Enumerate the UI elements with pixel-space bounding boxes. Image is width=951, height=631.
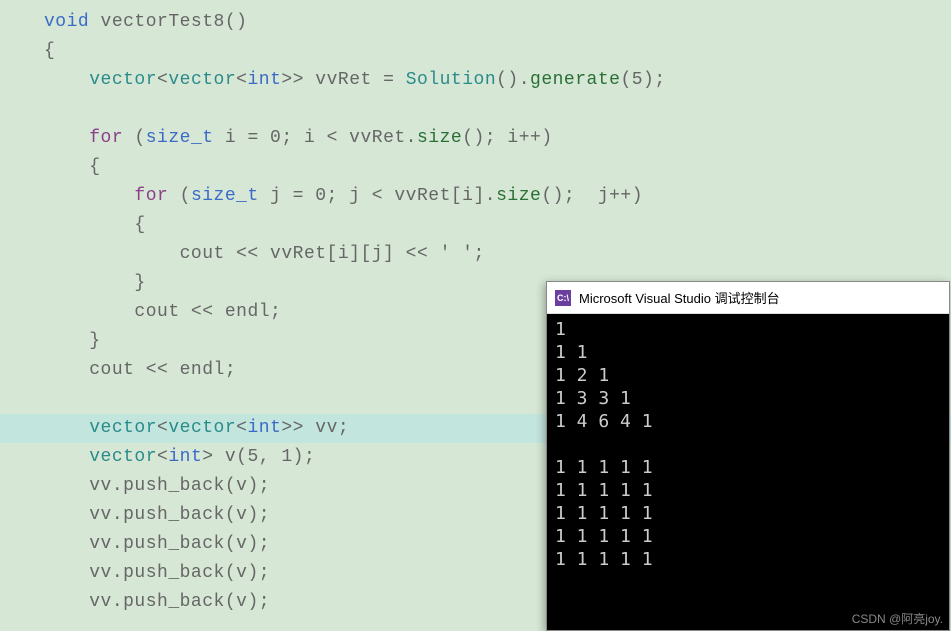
fn-name: vectorTest8()	[89, 12, 247, 32]
code-line: {	[0, 37, 951, 66]
code-line: {	[0, 153, 951, 182]
code-line	[0, 95, 951, 124]
console-title-bar[interactable]: C:\ Microsoft Visual Studio 调试控制台	[547, 282, 949, 314]
code-line: vector<vector<int>> vvRet = Solution().g…	[0, 66, 951, 95]
console-window[interactable]: C:\ Microsoft Visual Studio 调试控制台 1 1 1 …	[546, 281, 950, 631]
console-output[interactable]: 1 1 1 1 2 1 1 3 3 1 1 4 6 4 1 1 1 1 1 1 …	[547, 314, 949, 630]
console-title: Microsoft Visual Studio 调试控制台	[579, 288, 780, 307]
code-line: for (size_t i = 0; i < vvRet.size(); i++…	[0, 124, 951, 153]
code-line: void vectorTest8()	[0, 8, 951, 37]
code-line: cout << vvRet[i][j] << ' ';	[0, 240, 951, 269]
keyword: void	[44, 12, 89, 32]
code-line: {	[0, 211, 951, 240]
code-line: for (size_t j = 0; j < vvRet[i].size(); …	[0, 182, 951, 211]
watermark: CSDN @阿亮joy.	[852, 610, 943, 627]
console-icon: C:\	[555, 290, 571, 306]
